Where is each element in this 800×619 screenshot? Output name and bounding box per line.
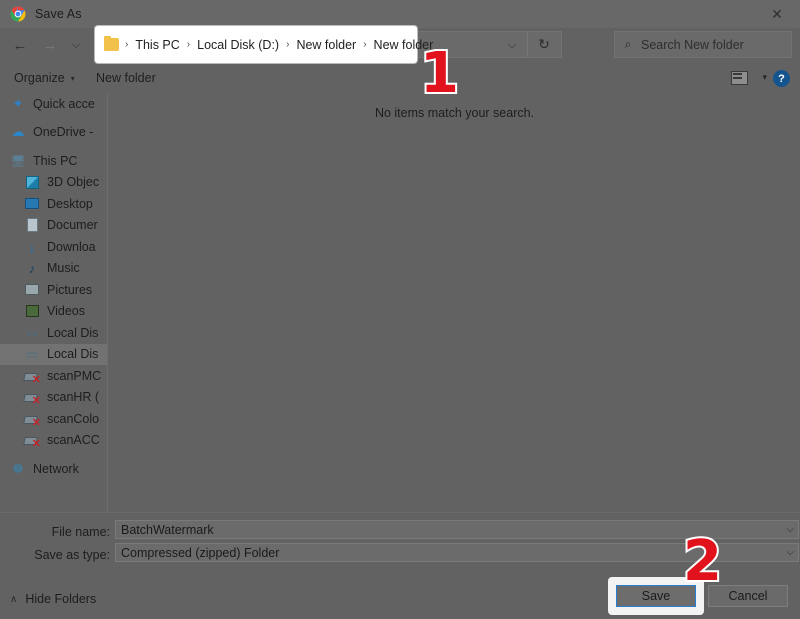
disconnected-network-drive-icon xyxy=(24,389,41,407)
music-icon: ♪ xyxy=(28,260,36,276)
sidebar-item-label: scanHR ( xyxy=(47,390,100,405)
sidebar-item-label: Videos xyxy=(47,304,85,319)
annotation-step-2: 2 xyxy=(681,529,724,594)
breadcrumb-separator: › xyxy=(125,39,129,50)
dialog-body: ✦ Quick acce ☁ OneDrive - 🖥 This PC 3D Objec De… xyxy=(0,93,800,512)
downloads-icon: ↓ xyxy=(28,238,36,255)
sidebar-item-this-pc[interactable]: 🖥 This PC xyxy=(0,150,107,172)
documents-icon xyxy=(24,217,40,233)
search-icon: ⌕ xyxy=(624,37,632,51)
sidebar-item-label: Pictures xyxy=(47,282,93,297)
sidebar-item-label: Desktop xyxy=(47,196,93,211)
chrome-logo-icon xyxy=(10,6,26,22)
computer-icon: 🖥 xyxy=(10,153,26,168)
sidebar-item-label: Network xyxy=(33,461,79,476)
window-title: Save As xyxy=(35,7,82,21)
disconnected-network-drive-icon xyxy=(24,432,41,450)
sidebar-item-label: Downloa xyxy=(47,239,96,254)
sidebar-item-label: Music xyxy=(47,261,80,276)
breadcrumb-separator: › xyxy=(363,39,367,50)
organize-button[interactable]: Organize ▾ xyxy=(14,63,75,93)
search-placeholder: Search New folder xyxy=(641,37,744,52)
local-disk-icon: ▭ xyxy=(26,347,38,362)
local-disk-icon: ▭ xyxy=(26,325,38,340)
chevron-down-icon[interactable]: ⌵ xyxy=(786,524,794,535)
chevron-up-icon: ∧ xyxy=(10,593,18,605)
sidebar-item-pictures[interactable]: Pictures xyxy=(0,279,107,301)
title-bar: Save As ✕ xyxy=(0,0,800,28)
hide-folders-label: Hide Folders xyxy=(25,592,97,606)
sidebar-item-label: scanPMC xyxy=(47,368,102,383)
chevron-down-icon[interactable]: ⌵ xyxy=(786,547,794,558)
pictures-icon xyxy=(24,282,40,298)
sidebar-item-label: Documer xyxy=(47,218,98,233)
navigation-pane[interactable]: ✦ Quick acce ☁ OneDrive - 🖥 This PC 3D Objec De… xyxy=(0,93,108,512)
network-icon: ☸ xyxy=(12,460,24,476)
sidebar-item-scancolo[interactable]: scanColo xyxy=(0,408,107,430)
command-bar: Organize ▾ New folder ▾ ? xyxy=(0,63,800,93)
chevron-down-icon[interactable]: ▾ xyxy=(762,72,767,83)
hide-folders-button[interactable]: ∧ Hide Folders xyxy=(10,592,96,606)
close-icon[interactable]: ✕ xyxy=(754,0,800,28)
sidebar-item-onedrive[interactable]: ☁ OneDrive - xyxy=(0,122,107,144)
forward-button: → xyxy=(42,37,58,54)
sidebar-item-3d-objec[interactable]: 3D Objec xyxy=(0,172,107,194)
sidebar-item-label: 3D Objec xyxy=(47,175,100,190)
file-name-label: File name: xyxy=(51,525,110,539)
sidebar-item-quick-acce[interactable]: ✦ Quick acce xyxy=(0,93,107,115)
cloud-icon: ☁ xyxy=(11,124,25,140)
sidebar-item-videos[interactable]: Videos xyxy=(0,301,107,323)
sidebar-item-scanacc[interactable]: scanACC xyxy=(0,430,107,452)
help-icon[interactable]: ? xyxy=(773,70,790,87)
sidebar-item-local-dis[interactable]: ▭ Local Dis xyxy=(0,343,107,365)
sidebar-item-music[interactable]: ♪ Music xyxy=(0,258,107,280)
breadcrumb-item-new-folder-1[interactable]: New folder xyxy=(295,38,357,52)
disconnected-network-drive-icon xyxy=(24,368,41,386)
save-as-dialog: Save As ✕ ← → ⌵ ↑ ⌵ ↻ › This PC › Local … xyxy=(0,0,800,619)
videos-icon xyxy=(24,303,40,319)
save-as-type-label: Save as type: xyxy=(34,548,110,562)
3d-objects-icon xyxy=(24,174,40,190)
chevron-down-icon: ▾ xyxy=(70,73,75,83)
sidebar-item-label: This PC xyxy=(33,153,78,168)
new-folder-button[interactable]: New folder xyxy=(96,63,156,93)
organize-label: Organize xyxy=(14,71,65,85)
sidebar-item-documer[interactable]: Documer xyxy=(0,215,107,237)
file-list[interactable]: No items match your search. xyxy=(109,93,800,512)
sidebar-item-label: Quick acce xyxy=(33,96,95,111)
file-name-value: BatchWatermark xyxy=(121,522,214,537)
sidebar-item-local-dis[interactable]: ▭ Local Dis xyxy=(0,322,107,344)
sidebar-item-network[interactable]: ☸ Network xyxy=(0,458,107,480)
empty-state-message: No items match your search. xyxy=(374,106,535,120)
sidebar-item-scanpmc[interactable]: scanPMC xyxy=(0,365,107,387)
breadcrumb-item-local-disk[interactable]: Local Disk (D:) xyxy=(196,38,280,52)
disconnected-network-drive-icon xyxy=(24,411,41,429)
refresh-icon[interactable]: ↻ xyxy=(527,32,560,57)
sidebar-item-label: scanACC xyxy=(47,433,100,448)
address-chevron-down-icon[interactable]: ⌵ xyxy=(499,32,525,59)
search-input[interactable]: ⌕ Search New folder xyxy=(614,31,792,58)
sidebar-item-label: OneDrive - xyxy=(33,125,94,140)
breadcrumb[interactable]: › This PC › Local Disk (D:) › New folder… xyxy=(95,26,433,63)
folder-icon xyxy=(104,36,119,51)
star-icon: ✦ xyxy=(12,95,24,111)
breadcrumb-separator: › xyxy=(186,39,191,50)
breadcrumb-item-this-pc[interactable]: This PC xyxy=(134,38,180,52)
save-as-type-value: Compressed (zipped) Folder xyxy=(121,545,280,560)
recent-locations-button[interactable]: ⌵ xyxy=(65,31,87,61)
sidebar-item-label: Local Dis xyxy=(47,325,99,340)
annotation-step-1: 1 xyxy=(418,41,461,106)
back-button[interactable]: ← xyxy=(5,31,35,61)
sidebar-item-scanhr[interactable]: scanHR ( xyxy=(0,387,107,409)
desktop-icon xyxy=(24,196,40,212)
view-layout-icon[interactable] xyxy=(731,71,748,85)
sidebar-item-label: scanColo xyxy=(47,411,100,426)
sidebar-item-label: Local Dis xyxy=(47,347,99,362)
breadcrumb-separator: › xyxy=(286,39,290,50)
sidebar-item-downloa[interactable]: ↓ Downloa xyxy=(0,236,107,258)
sidebar-item-desktop[interactable]: Desktop xyxy=(0,193,107,215)
